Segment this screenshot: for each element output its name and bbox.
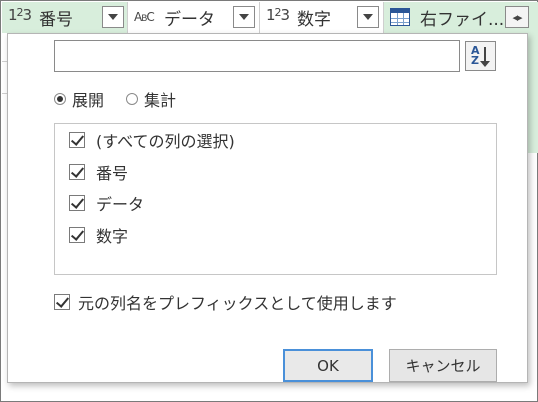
radio-button[interactable] — [54, 93, 66, 105]
expand-column-dialog: AZ 展開 集計 (すべての列の選択) 番号 データ 数字 元の列名をプレフィッ… — [7, 33, 528, 383]
column-checkbox-list: (すべての列の選択) 番号 データ 数字 — [54, 123, 497, 275]
expand-columns-icon[interactable]: ◂▸ — [505, 6, 529, 28]
column-header-label: 数字 — [297, 10, 331, 30]
window-frame: 123 番号 ABC データ 123 数字 右ファイ... ◂▸ A Z 展開 … — [0, 0, 538, 402]
column-header-strip: 123 番号 ABC データ 123 数字 右ファイ... ◂▸ — [2, 2, 538, 33]
list-item-numeric[interactable]: 数字 — [69, 223, 128, 247]
use-prefix-option[interactable]: 元の列名をプレフィックスとして使用します — [54, 290, 397, 314]
use-prefix-label: 元の列名をプレフィックスとして使用します — [78, 294, 397, 313]
column-header-numeric[interactable]: 123 数字 — [260, 2, 384, 33]
right-gutter — [528, 33, 538, 153]
use-prefix-checkbox[interactable] — [54, 294, 70, 310]
column-header-number[interactable]: 123 番号 — [2, 2, 128, 33]
list-item-select-all[interactable]: (すべての列の選択) — [69, 128, 235, 152]
list-item-label: データ — [96, 195, 145, 214]
list-item-number[interactable]: 番号 — [69, 160, 128, 184]
ok-button[interactable]: OK — [283, 349, 373, 382]
list-item-label: 数字 — [96, 227, 129, 246]
checkbox[interactable] — [69, 164, 85, 180]
radio-label: 展開 — [72, 91, 105, 110]
expand-aggregate-radio-group: 展開 集計 — [54, 88, 198, 110]
column-filter-dropdown-button[interactable] — [233, 6, 255, 28]
column-header-data[interactable]: ABC データ — [128, 2, 260, 33]
sort-az-button[interactable]: AZ — [465, 41, 496, 71]
column-filter-dropdown-button[interactable] — [102, 6, 124, 28]
cancel-button[interactable]: キャンセル — [389, 349, 497, 382]
column-filter-dropdown-button[interactable] — [357, 6, 379, 28]
whole-number-type-icon[interactable]: 123 — [8, 6, 32, 24]
column-search-input[interactable] — [54, 40, 460, 72]
list-item-data[interactable]: データ — [69, 191, 144, 215]
whole-number-type-icon[interactable]: 123 — [266, 6, 290, 24]
checkbox[interactable] — [69, 195, 85, 211]
table-icon[interactable] — [390, 8, 410, 26]
sort-az-icon: AZ — [471, 44, 480, 67]
list-item-label: 番号 — [96, 164, 129, 183]
column-header-label: 右ファイ... — [420, 10, 504, 30]
column-header-label: データ — [164, 10, 215, 30]
radio-label: 集計 — [144, 91, 177, 110]
radio-aggregate[interactable]: 集計 — [126, 87, 176, 111]
column-header-label: 番号 — [39, 10, 73, 30]
checkbox[interactable] — [69, 227, 85, 243]
checkbox[interactable] — [69, 132, 85, 148]
text-type-icon[interactable]: ABC — [134, 10, 155, 24]
list-item-label: (すべての列の選択) — [96, 132, 235, 151]
radio-expand[interactable]: 展開 — [54, 87, 104, 111]
radio-button[interactable] — [126, 93, 139, 105]
